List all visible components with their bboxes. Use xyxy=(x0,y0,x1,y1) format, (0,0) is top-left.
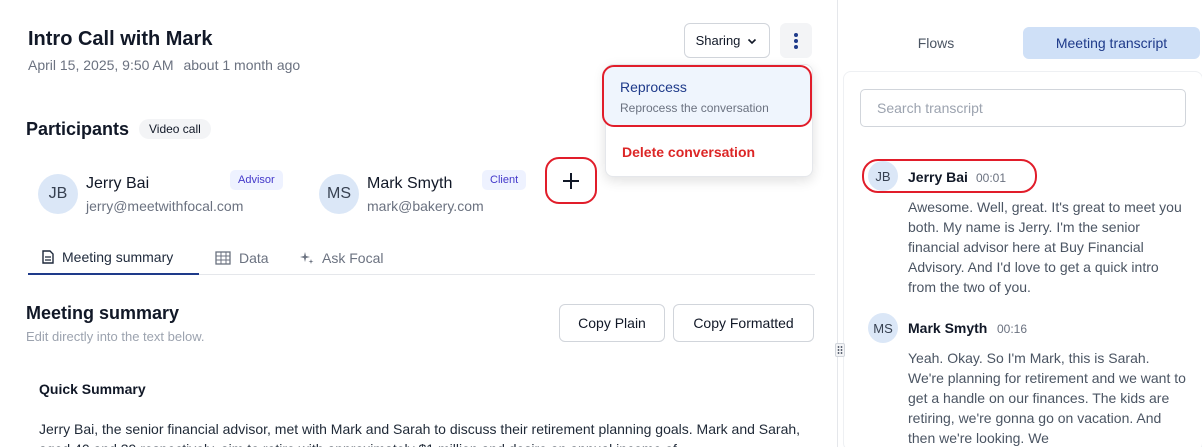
quick-summary-text[interactable]: Jerry Bai, the senior financial advisor,… xyxy=(39,419,804,447)
participants-heading: Participants xyxy=(26,119,130,139)
page-title: Intro Call with Mark xyxy=(28,28,213,50)
options-menu: Reprocess Reprocess the conversation Del… xyxy=(602,64,813,177)
transcript-utterance: Yeah. Okay. So I'm Mark, this is Sarah. … xyxy=(908,350,1186,446)
tab-meeting-transcript[interactable]: Meeting transcript xyxy=(1023,27,1200,59)
participant-card[interactable]: JB Jerry Bai jerry@meetwithfocal.com Adv… xyxy=(38,170,288,218)
tab-label: Meeting summary xyxy=(62,248,174,265)
reprocess-label: Reprocess xyxy=(620,79,687,95)
content-tabs: Meeting summary Data Ask Focal xyxy=(28,240,815,275)
speaker-timestamp: 00:16 xyxy=(997,322,1028,336)
participant-card[interactable]: MS Mark Smyth mark@bakery.com Client xyxy=(319,170,529,218)
transcript-speaker-row[interactable]: JB Jerry Bai 00:01 xyxy=(862,159,1037,193)
participant-email: jerry@meetwithfocal.com xyxy=(86,198,244,214)
transcript-search-input[interactable] xyxy=(860,89,1186,127)
copy-plain-button[interactable]: Copy Plain xyxy=(559,304,665,342)
menu-item-delete-conversation[interactable]: Delete conversation xyxy=(622,144,755,160)
table-icon xyxy=(215,250,231,265)
tab-ask-focal[interactable]: Ask Focal xyxy=(300,240,383,275)
tab-label: Ask Focal xyxy=(322,249,384,266)
grip-icon xyxy=(837,346,843,354)
speaker-name: Jerry Bai xyxy=(908,169,968,185)
meeting-relative-time: about 1 month ago xyxy=(183,57,301,73)
role-badge: Client xyxy=(482,170,527,190)
summary-heading: Meeting summary xyxy=(26,303,180,323)
avatar: JB xyxy=(868,161,898,191)
participant-name: Mark Smyth xyxy=(367,175,453,192)
more-options-button[interactable] xyxy=(780,23,812,58)
app-window: Intro Call with Mark April 15, 2025, 9:5… xyxy=(0,0,1202,447)
tab-label: Data xyxy=(239,249,269,266)
tab-meeting-summary[interactable]: Meeting summary xyxy=(28,240,199,275)
sharing-label: Sharing xyxy=(695,33,741,48)
meeting-date: April 15, 2025, 9:50 AM xyxy=(28,57,174,73)
participant-email: mark@bakery.com xyxy=(367,198,484,214)
chevron-down-icon xyxy=(748,38,757,44)
quick-summary-heading: Quick Summary xyxy=(39,381,146,397)
meeting-meta: April 15, 2025, 9:50 AM about 1 month ag… xyxy=(28,57,306,73)
side-panel: Flows Meeting transcript JB Jerry Bai 00… xyxy=(839,0,1202,447)
speaker-name: Mark Smyth xyxy=(908,320,988,336)
transcript-speaker-row[interactable]: MS Mark Smyth 00:16 xyxy=(868,313,1048,343)
add-participant-button[interactable] xyxy=(545,157,597,204)
role-badge: Advisor xyxy=(230,170,283,190)
avatar: JB xyxy=(38,174,78,214)
summary-hint: Edit directly into the text below. xyxy=(26,329,205,344)
copy-formatted-button[interactable]: Copy Formatted xyxy=(673,304,814,342)
plus-icon xyxy=(563,172,579,189)
resize-handle[interactable] xyxy=(835,343,845,357)
tab-data[interactable]: Data xyxy=(215,240,269,275)
reprocess-description: Reprocess the conversation xyxy=(620,101,769,115)
call-type-badge: Video call xyxy=(139,119,211,139)
transcript-utterance: Awesome. Well, great. It's great to meet… xyxy=(908,199,1182,295)
tab-flows[interactable]: Flows xyxy=(861,27,1011,59)
document-icon xyxy=(42,249,54,264)
participant-name: Jerry Bai xyxy=(86,175,150,192)
kebab-icon xyxy=(794,32,798,49)
menu-item-reprocess[interactable]: Reprocess Reprocess the conversation xyxy=(602,65,812,127)
sharing-button[interactable]: Sharing xyxy=(684,23,770,58)
avatar: MS xyxy=(868,313,898,343)
meeting-detail-pane: Intro Call with Mark April 15, 2025, 9:5… xyxy=(0,0,838,447)
avatar: MS xyxy=(319,174,359,214)
speaker-timestamp: 00:01 xyxy=(976,171,1007,185)
sparkle-icon xyxy=(300,251,314,264)
